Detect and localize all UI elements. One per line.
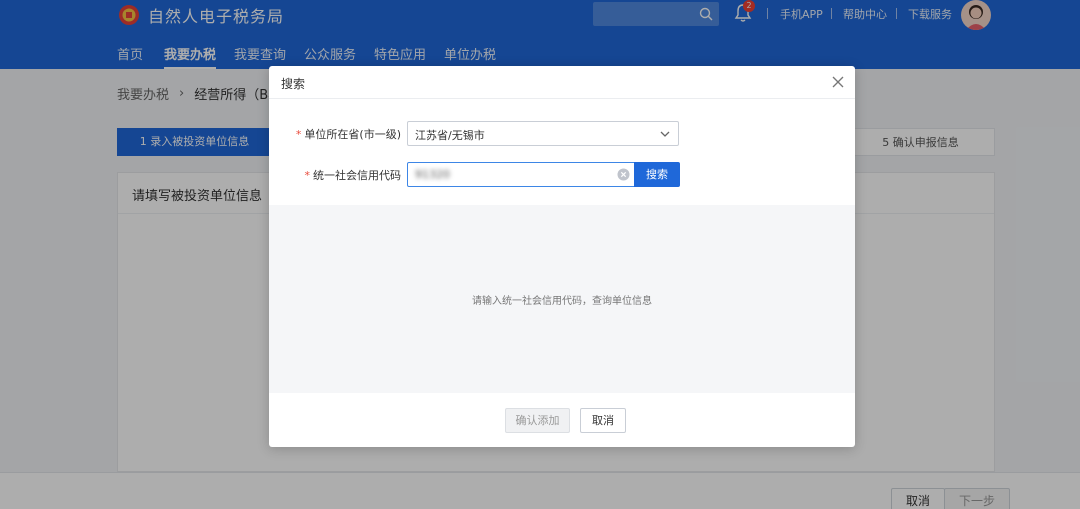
dialog-title: 搜索	[281, 77, 306, 91]
close-icon[interactable]	[831, 75, 845, 89]
province-select[interactable]: 江苏省/无锡市	[407, 121, 679, 146]
required-mark: *	[304, 169, 311, 182]
credit-code-label: * 统一社会信用代码	[305, 167, 402, 183]
province-label: * 单位所在省(市一级)	[296, 126, 401, 142]
clear-icon[interactable]	[617, 168, 630, 181]
province-row: * 单位所在省(市一级) 江苏省/无锡市	[269, 121, 855, 147]
province-label-text: 单位所在省(市一级)	[304, 128, 401, 141]
credit-code-input[interactable]: 91320	[407, 162, 635, 187]
province-select-value: 江苏省/无锡市	[415, 129, 485, 142]
credit-code-row: * 统一社会信用代码 91320 搜索	[269, 162, 855, 188]
confirm-add-button[interactable]: 确认添加	[505, 408, 570, 433]
chevron-down-icon	[660, 131, 670, 137]
dialog-header: 搜索	[269, 66, 855, 99]
required-mark: *	[295, 128, 302, 141]
search-button[interactable]: 搜索	[634, 162, 680, 187]
search-result-area: 请输入统一社会信用代码，查询单位信息	[269, 205, 855, 393]
credit-code-label-text: 统一社会信用代码	[313, 169, 401, 182]
search-dialog: 搜索 * 单位所在省(市一级) 江苏省/无锡市 * 统一社会信用代码 91320 搜…	[269, 66, 855, 447]
empty-hint: 请输入统一社会信用代码，查询单位信息	[472, 296, 652, 307]
credit-code-value: 91320	[415, 168, 450, 181]
dialog-cancel-button[interactable]: 取消	[580, 408, 626, 433]
